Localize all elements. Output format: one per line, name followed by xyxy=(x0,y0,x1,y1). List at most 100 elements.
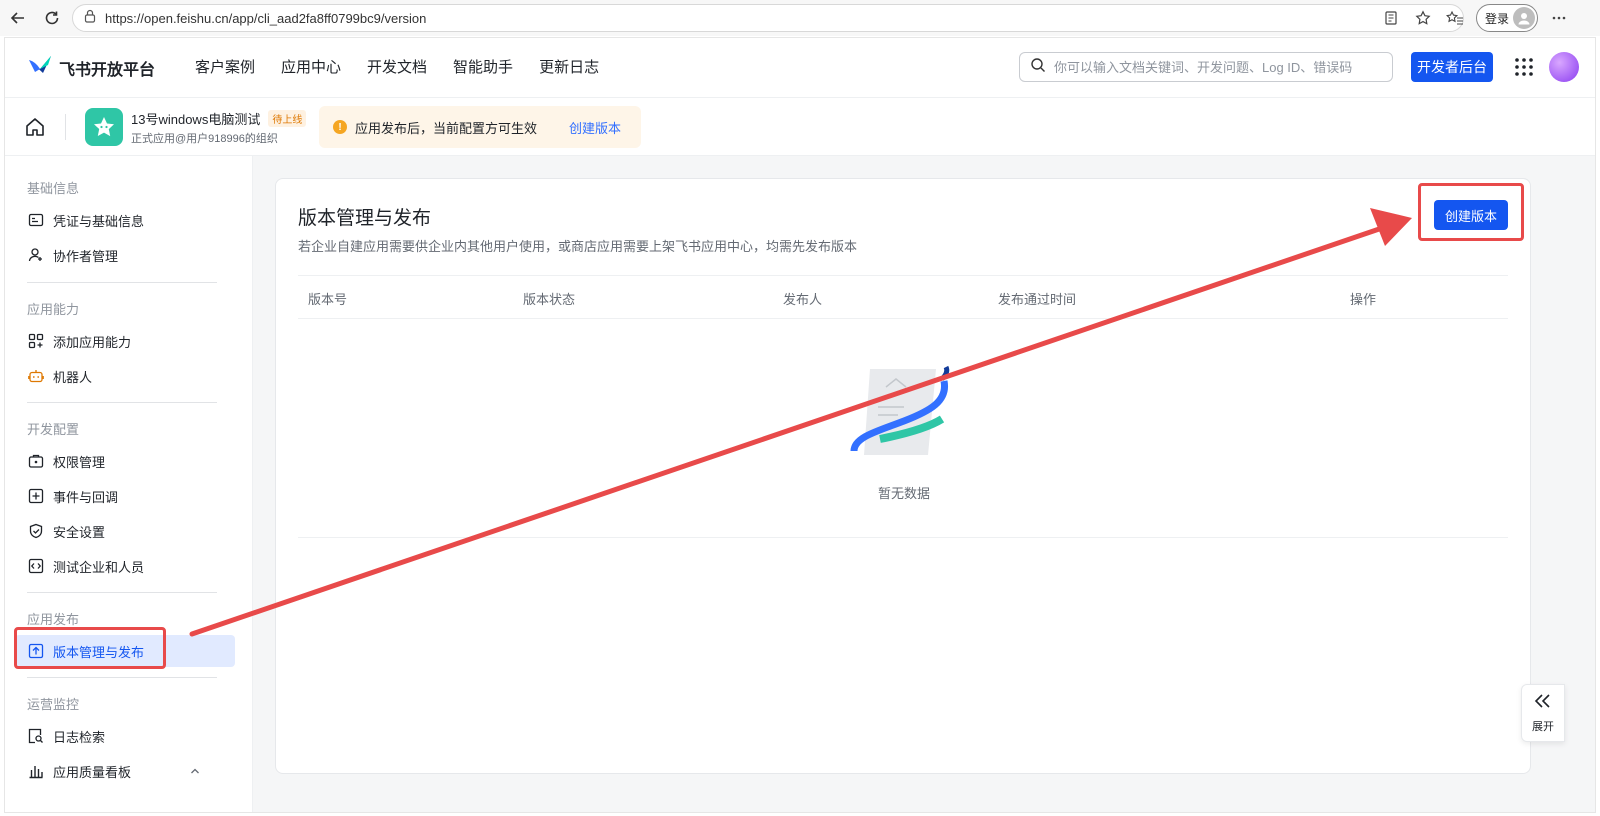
reload-icon[interactable] xyxy=(40,6,64,30)
table-header: 版本号 版本状态 发布人 发布通过时间 操作 xyxy=(298,275,1508,319)
app-name: 13号windows电脑测试 xyxy=(131,112,261,127)
sidebar-item-label: 协作者管理 xyxy=(53,248,119,264)
log-search-icon xyxy=(27,727,45,745)
sidebar-item-label: 权限管理 xyxy=(53,454,106,470)
chevron-up-icon[interactable] xyxy=(189,765,201,777)
brand-name: 飞书开放平台 xyxy=(59,61,156,79)
warning-icon: ! xyxy=(333,120,347,134)
nav-link-changelog[interactable]: 更新日志 xyxy=(539,56,599,77)
code-icon xyxy=(27,557,45,575)
version-card: 版本管理与发布 若企业自建应用需要供企业内其他用户使用，或商店应用需要上架飞书应… xyxy=(275,178,1531,774)
sidebar-item-permissions[interactable]: 权限管理 xyxy=(15,445,235,477)
bar-chart-icon xyxy=(27,762,45,780)
nav-link-app-center[interactable]: 应用中心 xyxy=(281,56,341,77)
empty-state-illustration xyxy=(850,365,954,461)
reader-mode-icon[interactable] xyxy=(1380,7,1402,29)
lock-icon xyxy=(83,9,97,28)
user-avatar[interactable] xyxy=(1549,52,1579,82)
sidebar-item-log-search[interactable]: 日志检索 xyxy=(15,720,235,752)
search-box[interactable] xyxy=(1019,52,1393,82)
event-icon xyxy=(27,487,45,505)
top-navigation: 飞书开放平台 客户案例 应用中心 开发文档 智能助手 更新日志 开发者后台 xyxy=(5,38,1595,98)
sidebar-item-label: 机器人 xyxy=(53,369,93,385)
sidebar-item-test-enterprise[interactable]: 测试企业和人员 xyxy=(15,550,235,582)
sidebar: 基础信息 凭证与基础信息 协作者管理 应用能力 添加应用能力 机器人 开发配置 … xyxy=(5,156,253,812)
developer-console-button[interactable]: 开发者后台 xyxy=(1411,52,1493,82)
nav-link-docs[interactable]: 开发文档 xyxy=(367,56,427,77)
id-card-icon xyxy=(27,211,45,229)
sidebar-item-label: 安全设置 xyxy=(53,524,106,540)
shield-icon xyxy=(27,522,45,540)
search-icon xyxy=(1030,57,1046,78)
sidebar-item-label: 添加应用能力 xyxy=(53,334,132,350)
column-header-version: 版本号 xyxy=(308,292,348,307)
sidebar-group-dev-config: 开发配置 xyxy=(27,422,80,437)
more-options-icon[interactable] xyxy=(1548,7,1570,29)
sidebar-divider xyxy=(27,592,217,593)
column-header-status: 版本状态 xyxy=(523,292,576,307)
double-chevron-left-icon xyxy=(1533,693,1553,714)
add-capability-icon xyxy=(27,332,45,350)
sidebar-item-security[interactable]: 安全设置 xyxy=(15,515,235,547)
app-name-row: 13号windows电脑测试 待上线 xyxy=(131,109,307,128)
brand-logo[interactable]: 飞书开放平台 xyxy=(27,54,155,81)
sidebar-group-capabilities: 应用能力 xyxy=(27,302,80,317)
sidebar-group-basic: 基础信息 xyxy=(27,181,80,196)
home-icon[interactable] xyxy=(23,115,47,139)
back-arrow-icon[interactable] xyxy=(6,6,30,30)
status-badge: 待上线 xyxy=(268,110,307,127)
sidebar-item-bot[interactable]: 机器人 xyxy=(15,360,235,392)
login-label: 登录 xyxy=(1485,11,1510,26)
apps-grid-icon[interactable] xyxy=(1513,56,1535,78)
app-frame: 飞书开放平台 客户案例 应用中心 开发文档 智能助手 更新日志 开发者后台 xyxy=(4,37,1596,813)
nav-link-assistant[interactable]: 智能助手 xyxy=(453,56,513,77)
sidebar-divider xyxy=(27,402,217,403)
app-organization: 正式应用@用户918996的组织 xyxy=(131,133,278,145)
favorite-star-icon[interactable] xyxy=(1412,7,1434,29)
annotation-highlight-sidebar xyxy=(14,627,166,669)
search-input[interactable] xyxy=(1054,59,1374,75)
sidebar-item-label: 测试企业和人员 xyxy=(53,559,145,575)
expand-label: 展开 xyxy=(1532,720,1554,733)
user-add-icon xyxy=(27,246,45,264)
column-header-approved-time: 发布通过时间 xyxy=(998,292,1077,307)
expand-panel-button[interactable]: 展开 xyxy=(1521,684,1565,742)
address-bar[interactable]: https://open.feishu.cn/app/cli_aad2fa8ff… xyxy=(72,4,1464,32)
page-title: 版本管理与发布 xyxy=(298,208,432,229)
app-bar: 13号windows电脑测试 待上线 正式应用@用户918996的组织 ! 应用… xyxy=(5,98,1595,156)
login-button[interactable]: 登录 xyxy=(1476,4,1539,32)
sidebar-item-quality-dashboard[interactable]: 应用质量看板 xyxy=(15,755,235,787)
nav-links: 客户案例 应用中心 开发文档 智能助手 更新日志 xyxy=(195,56,599,77)
column-header-publisher: 发布人 xyxy=(783,292,823,307)
sidebar-item-events[interactable]: 事件与回调 xyxy=(15,480,235,512)
permission-icon xyxy=(27,452,45,470)
sidebar-item-label: 事件与回调 xyxy=(53,489,119,505)
annotation-highlight-create-button xyxy=(1418,183,1524,241)
robot-icon xyxy=(27,367,45,385)
browser-toolbar: https://open.feishu.cn/app/cli_aad2fa8ff… xyxy=(0,0,1600,36)
divider xyxy=(65,114,66,140)
feishu-logo-icon xyxy=(27,54,53,81)
profile-avatar-icon xyxy=(1513,7,1536,29)
sidebar-divider xyxy=(27,677,217,678)
app-logo xyxy=(85,108,123,146)
notice-create-version-link[interactable]: 创建版本 xyxy=(569,118,621,137)
sidebar-group-publish: 应用发布 xyxy=(27,612,80,627)
empty-state-text: 暂无数据 xyxy=(877,486,930,501)
url-text: https://open.feishu.cn/app/cli_aad2fa8ff… xyxy=(105,10,427,26)
sidebar-group-monitoring: 运营监控 xyxy=(27,697,80,712)
favorites-list-icon[interactable] xyxy=(1444,7,1466,29)
sidebar-item-label: 凭证与基础信息 xyxy=(53,213,145,229)
sidebar-item-label: 应用质量看板 xyxy=(53,764,132,780)
nav-link-cases[interactable]: 客户案例 xyxy=(195,56,255,77)
table-bottom-divider xyxy=(298,537,1508,538)
sidebar-item-collaborators[interactable]: 协作者管理 xyxy=(15,239,235,271)
sidebar-item-label: 日志检索 xyxy=(53,729,106,745)
notice-text: 应用发布后，当前配置方可生效 xyxy=(355,120,538,136)
page-description: 若企业自建应用需要供企业内其他用户使用，或商店应用需要上架飞书应用中心，均需先发… xyxy=(298,239,858,254)
publish-notice: ! 应用发布后，当前配置方可生效 创建版本 xyxy=(319,106,641,148)
sidebar-divider xyxy=(27,282,217,283)
column-header-actions: 操作 xyxy=(1350,292,1377,307)
sidebar-item-credentials[interactable]: 凭证与基础信息 xyxy=(15,204,235,236)
sidebar-item-add-capability[interactable]: 添加应用能力 xyxy=(15,325,235,357)
